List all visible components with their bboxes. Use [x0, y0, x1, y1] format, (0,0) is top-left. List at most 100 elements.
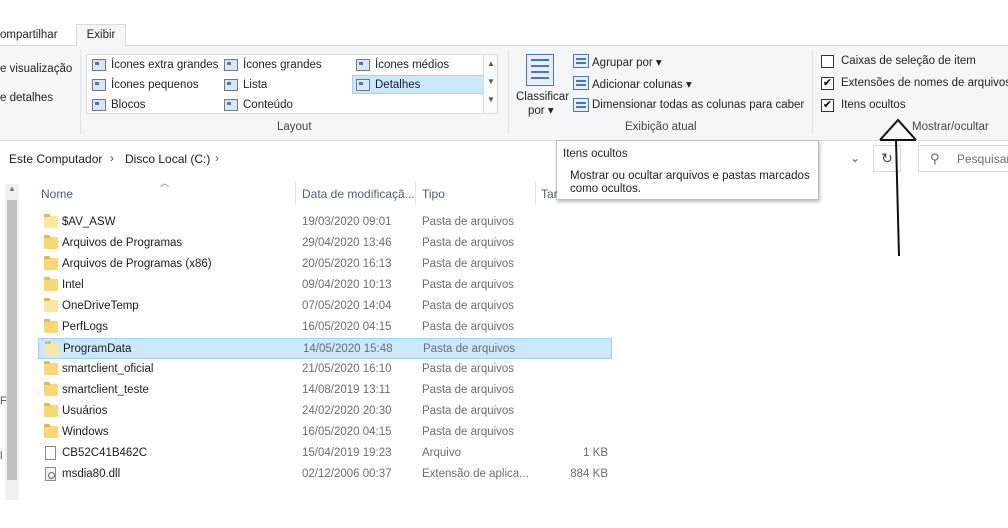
large-icons-icon [224, 59, 238, 71]
scroll-up-icon[interactable]: ▲ [8, 184, 16, 193]
breadcrumb-separator[interactable]: › [110, 151, 114, 165]
item-checkboxes-checkbox[interactable] [821, 55, 834, 68]
navigation-item-stub[interactable]: l [0, 450, 2, 462]
file-row[interactable]: smartclient_oficial 21/05/2020 16:10 Pasta… [38, 359, 612, 380]
extra-large-icons-icon [92, 59, 106, 71]
group-separator [508, 50, 509, 134]
file-type: Pasta de arquivos [422, 258, 515, 270]
file-icon [45, 446, 56, 460]
file-row[interactable]: smartclient_teste 14/08/2019 13:11 Pasta d… [38, 380, 612, 401]
item-checkboxes-label: Caixas de seleção de item [841, 55, 976, 67]
layout-details[interactable]: Detalhes [352, 75, 484, 94]
annotation-arrow [879, 118, 917, 257]
column-header-size[interactable]: Tar [541, 187, 558, 201]
chevron-up-icon[interactable]: ▲ [487, 59, 495, 68]
address-history-dropdown[interactable]: ⌄ [850, 151, 860, 165]
column-divider[interactable] [295, 182, 296, 204]
layout-content[interactable]: Conteúdo [221, 96, 293, 115]
file-extensions-checkbox[interactable]: ✔ [821, 77, 834, 90]
file-date: 14/08/2019 13:11 [302, 384, 391, 396]
details-pane-button[interactable]: e detalhes [0, 92, 53, 104]
preview-pane-button[interactable]: e visualização [0, 63, 72, 75]
layout-small-icons[interactable]: Ícones pequenos [89, 76, 199, 95]
group-separator [80, 50, 81, 134]
column-header-date[interactable]: Data de modificaçã... [302, 187, 415, 201]
file-date: 24/02/2020 20:30 [302, 405, 392, 417]
file-type: Pasta de arquivos [422, 405, 515, 417]
layout-item-label: Conteúdo [243, 99, 293, 111]
file-row[interactable]: Arquivos de Programas 29/04/2020 13:46 Pas… [38, 233, 612, 254]
file-date: 14/05/2020 15:48 [303, 343, 393, 355]
column-divider[interactable] [415, 182, 416, 204]
file-name: PerfLogs [62, 321, 109, 333]
file-date: 16/05/2020 04:15 [302, 321, 392, 333]
dll-file-icon [45, 467, 56, 481]
search-placeholder: Pesquisar [957, 152, 1008, 166]
file-row[interactable]: OneDriveTemp 07/05/2020 14:04 Pasta de arq… [38, 296, 612, 317]
file-row[interactable]: Windows 16/05/2020 04:15 Pasta de arquivos [38, 422, 612, 443]
group-by-icon [573, 54, 589, 68]
sort-by-label: Classificar [516, 91, 570, 103]
folder-icon [44, 424, 58, 438]
expand-gallery-icon[interactable]: ▼ [487, 95, 495, 104]
hidden-items-checkbox[interactable]: ✔ [821, 99, 834, 112]
file-name: Usuários [62, 405, 108, 417]
tooltip-title: Itens ocultos [563, 148, 628, 160]
layout-extra-large-icons[interactable]: Ícones extra grandes [89, 56, 218, 75]
file-row[interactable]: msdia80.dll 02/12/2006 00:37 Extensão de a… [38, 464, 612, 485]
file-name: Intel [62, 279, 84, 291]
add-columns-label: Adicionar colunas ▾ [592, 79, 692, 91]
tab-view[interactable]: Exibir [76, 24, 126, 47]
file-type: Pasta de arquivos [422, 237, 515, 249]
file-type: Pasta de arquivos [422, 279, 515, 291]
navigation-scrollbar[interactable]: ▲ [5, 184, 19, 500]
file-row[interactable]: PerfLogs 16/05/2020 04:15 Pasta de arquivo… [38, 317, 612, 338]
file-type: Extensão de aplica... [422, 468, 529, 480]
file-name: smartclient_teste [62, 384, 149, 396]
add-columns-icon [573, 76, 589, 90]
layout-tiles[interactable]: Blocos [89, 96, 146, 115]
file-name: Arquivos de Programas [62, 237, 183, 249]
breadcrumb-local-disk[interactable]: Disco Local (C:) [125, 152, 210, 166]
column-header-type[interactable]: Tipo [422, 187, 445, 201]
layout-item-label: Ícones médios [375, 59, 450, 71]
file-name: smartclient_oficial [62, 363, 154, 375]
file-row[interactable]: Arquivos de Programas (x86) 20/05/2020 16… [38, 254, 612, 275]
file-size: 884 KB [570, 468, 608, 480]
file-row[interactable]: $AV_ASW 19/03/2020 09:01 Pasta de arquivos [38, 212, 612, 233]
file-name: msdia80.dll [62, 468, 121, 480]
chevron-down-icon[interactable]: ▼ [487, 77, 495, 86]
current-view-group-label: Exibição atual [625, 121, 697, 133]
navigation-item-stub[interactable]: F [0, 395, 7, 407]
arrow-shaft [895, 139, 900, 257]
column-header-name[interactable]: Nome [41, 187, 73, 201]
medium-icons-icon [356, 59, 370, 71]
layout-gallery-scroll[interactable]: ▲ ▼ ▼ [483, 55, 497, 113]
folder-icon [44, 235, 58, 249]
size-columns-label: Dimensionar todas as colunas para caber [592, 99, 805, 111]
sort-by-sub-label: por ▾ [528, 105, 554, 117]
scrollbar-thumb[interactable] [7, 200, 17, 480]
file-name: CB52C41B462C [62, 447, 148, 459]
file-row[interactable]: CB52C41B462C 15/04/2019 19:23 Arquivo 1 KB [38, 443, 612, 464]
file-row[interactable]: Usuários 24/02/2020 20:30 Pasta de arquivo… [38, 401, 612, 422]
folder-icon [44, 214, 58, 228]
arrow-head [879, 118, 917, 141]
layout-medium-icons[interactable]: Ícones médios [353, 56, 449, 75]
file-name: ProgramData [63, 343, 132, 355]
layout-large-icons[interactable]: Ícones grandes [221, 56, 322, 75]
ribbon-view: e visualização e detalhes Ícones extra g… [0, 46, 1008, 141]
file-size: 1 KB [583, 447, 608, 459]
file-date: 07/05/2020 14:04 [302, 300, 392, 312]
file-date: 20/05/2020 16:13 [302, 258, 392, 270]
breadcrumb-this-pc[interactable]: Este Computador [9, 152, 102, 166]
tab-share[interactable]: ompartilhar [0, 26, 58, 46]
file-row[interactable]: ProgramData 14/05/2020 15:48 Pasta de arqu… [38, 338, 612, 359]
list-icon [224, 79, 238, 91]
column-divider[interactable] [535, 182, 536, 204]
layout-list[interactable]: Lista [221, 76, 267, 95]
file-date: 19/03/2020 09:01 [302, 216, 392, 228]
breadcrumb-separator[interactable]: › [215, 151, 219, 165]
file-row[interactable]: Intel 09/04/2020 10:13 Pasta de arquivos [38, 275, 612, 296]
address-bar: Este Computador › Disco Local (C:) › ⌄ ↻… [0, 142, 1008, 174]
